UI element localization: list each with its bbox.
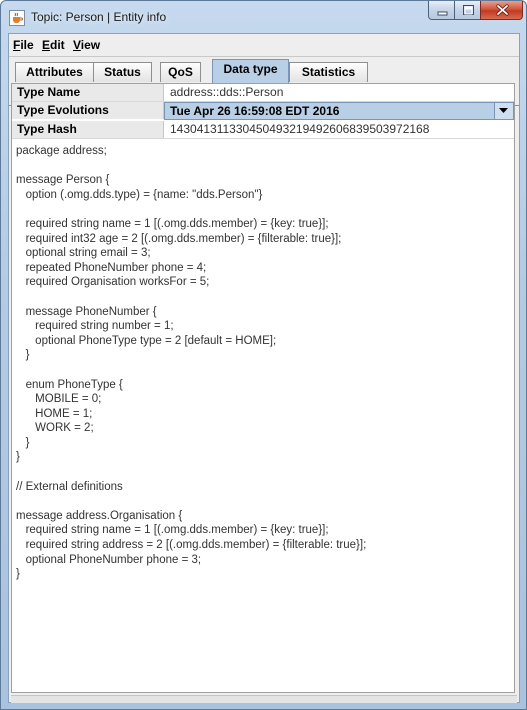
- menu-edit[interactable]: Edit: [42, 38, 65, 52]
- close-icon: [496, 4, 509, 16]
- maximize-button[interactable]: [454, 1, 481, 20]
- tab-data-type[interactable]: Data type: [212, 59, 289, 83]
- status-bar: [11, 695, 517, 703]
- type-hash-label: Type Hash: [12, 121, 164, 138]
- data-type-panel: Type Name address::dds::Person Type Evol…: [11, 83, 515, 693]
- close-button[interactable]: [480, 1, 523, 20]
- tab-strip: Attributes Status QoS Data type Statisti…: [9, 58, 519, 106]
- type-name-label: Type Name: [12, 84, 164, 101]
- tab-statistics[interactable]: Statistics: [289, 62, 368, 82]
- type-evolutions-select[interactable]: Tue Apr 26 16:59:08 EDT 2016: [164, 102, 514, 120]
- menu-bar: File Edit View: [9, 34, 519, 57]
- menu-view-label: iew: [80, 38, 101, 52]
- maximize-icon: [463, 5, 474, 15]
- type-name-row: Type Name address::dds::Person: [12, 84, 514, 102]
- type-evolutions-label: Type Evolutions: [12, 102, 164, 119]
- type-name-value: address::dds::Person: [170, 85, 284, 99]
- title-bar[interactable]: Topic: Person | Entity info: [1, 1, 526, 33]
- type-hash-row: Type Hash 143041311330450493219492606839…: [12, 121, 514, 139]
- menu-file[interactable]: File: [13, 38, 34, 52]
- java-cup-icon: [9, 10, 25, 26]
- type-evolutions-dropdown-button[interactable]: [494, 103, 513, 119]
- menu-edit-label: dit: [50, 38, 65, 52]
- menu-view-mnemonic: V: [73, 38, 81, 52]
- tab-qos[interactable]: QoS: [160, 62, 201, 82]
- menu-file-label: ile: [20, 38, 34, 52]
- window-title: Topic: Person | Entity info: [31, 10, 167, 24]
- type-evolutions-value: Tue Apr 26 16:59:08 EDT 2016: [170, 104, 340, 118]
- window-client-area: File Edit View Attributes Status QoS Dat…: [8, 33, 520, 703]
- menu-view[interactable]: View: [73, 38, 100, 52]
- menu-edit-mnemonic: E: [42, 38, 51, 52]
- minimize-icon: [437, 11, 448, 16]
- type-hash-value: 14304131133045049321949260683950397216​8: [170, 122, 430, 136]
- entity-info-window: Topic: Person | Entity info File Edit Vi…: [0, 0, 527, 710]
- minimize-button[interactable]: [428, 1, 455, 20]
- type-evolutions-row: Type Evolutions Tue Apr 26 16:59:08 EDT …: [12, 102, 514, 120]
- tab-status[interactable]: Status: [93, 62, 152, 82]
- type-definition-text[interactable]: package address; message Person { option…: [12, 141, 514, 692]
- chevron-down-icon: [499, 108, 508, 113]
- tab-attributes[interactable]: Attributes: [15, 62, 94, 82]
